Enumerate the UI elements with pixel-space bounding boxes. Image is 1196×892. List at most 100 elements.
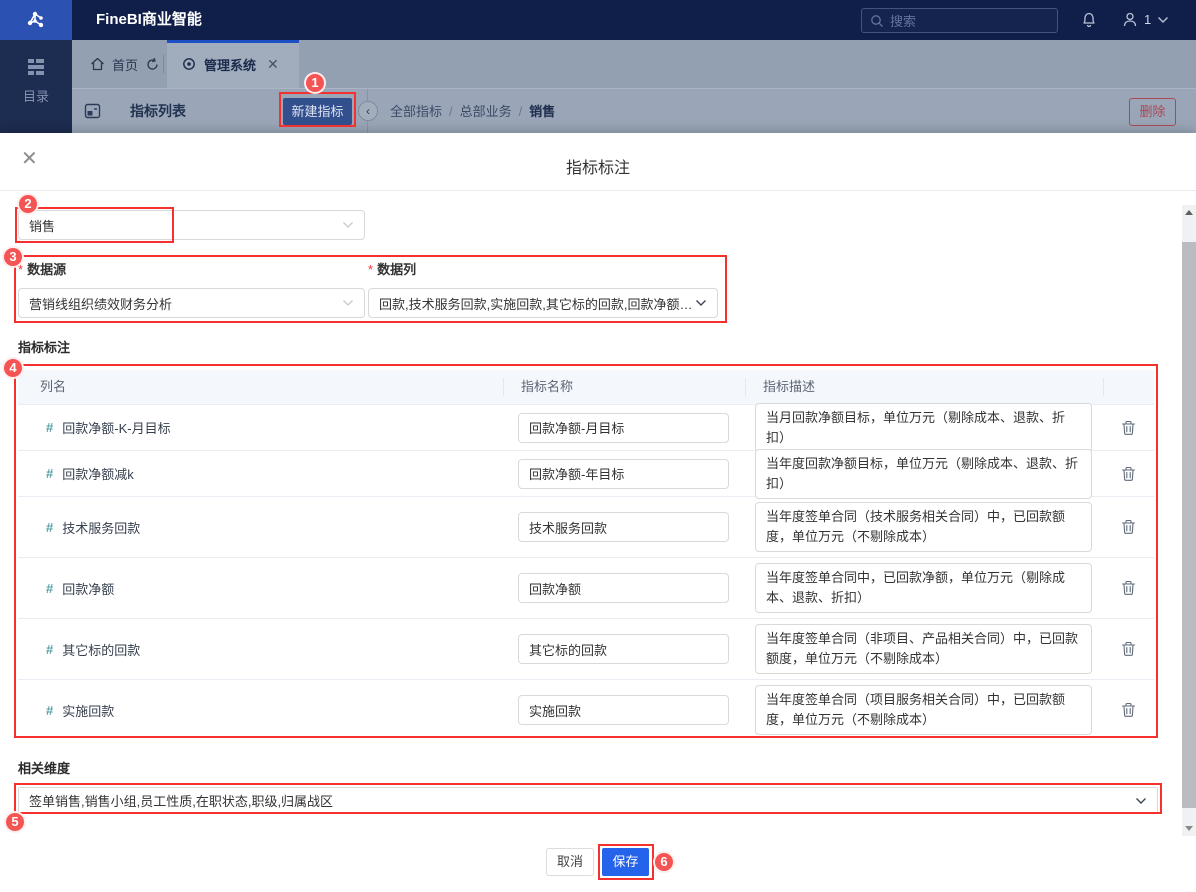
indicator-name-input[interactable]: 实施回款 (518, 695, 729, 725)
top-header: FineBI商业智能 搜索 1 (0, 0, 1196, 40)
trash-icon (1121, 702, 1136, 717)
user-avatar-icon[interactable] (1121, 10, 1139, 29)
delete-row-button[interactable] (1121, 702, 1136, 718)
notification-bell-icon[interactable] (1080, 10, 1098, 29)
home-icon (91, 57, 104, 71)
breadcrumb-item[interactable]: 销售 (529, 104, 555, 119)
collapse-panel-button[interactable]: ‹ (358, 101, 378, 121)
finebi-logo-icon (27, 11, 44, 28)
trash-icon (1121, 641, 1136, 656)
indicator-annotation-modal: ✕ 指标标注 销售 * 数据源 * 数据列 营销线组织绩效财务分析 回款,技术服务回… (0, 133, 1196, 892)
trash-icon (1121, 420, 1136, 435)
indicator-name-input[interactable]: 技术服务回款 (518, 512, 729, 542)
delete-button[interactable]: 删除 (1129, 98, 1176, 126)
panel-toggle-icon[interactable] (84, 103, 101, 119)
gear-icon (183, 58, 195, 70)
hash-icon: # (46, 420, 54, 435)
tab-bar: 首页 管理系统 ✕ (72, 40, 1196, 88)
indicator-desc-input[interactable]: 当年度签单合同（非项目、产品相关合同）中，已回款额度，单位万元（不剔除成本） (755, 624, 1092, 674)
column-name: 技术服务回款 (62, 520, 141, 536)
delete-row-button[interactable] (1121, 466, 1136, 482)
table-header-row: 列名 指标名称 指标描述 (18, 370, 1154, 404)
vertical-scrollbar[interactable] (1182, 205, 1196, 836)
search-placeholder: 搜索 (890, 14, 917, 29)
datacolumn-value: 回款,技术服务回款,实施回款,其它标的回款,回款净额,回款... (379, 296, 695, 312)
search-icon (871, 14, 883, 27)
new-indicator-button[interactable]: 新建指标 (283, 98, 352, 125)
scroll-down-button[interactable] (1182, 821, 1196, 836)
indicator-desc-input[interactable]: 当年度回款净额目标，单位万元（剔除成本、退款、折扣） (755, 448, 1092, 499)
scrollbar-thumb[interactable] (1182, 242, 1196, 808)
sidebar-item-label: 目录 (22, 89, 49, 104)
column-name: 实施回款 (62, 703, 115, 719)
chevron-down-icon (696, 300, 706, 306)
tab-management-label: 管理系统 (204, 57, 257, 73)
indicator-name-input[interactable]: 其它标的回款 (518, 634, 729, 664)
datacolumn-select[interactable]: 回款,技术服务回款,实施回款,其它标的回款,回款净额,回款... (368, 288, 718, 318)
indicator-name-input[interactable]: 回款净额-月目标 (518, 412, 729, 443)
sidebar-item-catalog[interactable]: 目录 (0, 58, 72, 105)
scroll-up-button[interactable] (1182, 205, 1196, 220)
user-number: 1 (1144, 12, 1152, 27)
search-input[interactable]: 搜索 (861, 8, 1058, 33)
indicator-desc-input[interactable]: 当年度签单合同（项目服务相关合同）中，已回款额度，单位万元（不剔除成本） (755, 685, 1092, 735)
modal-header-divider (0, 190, 1196, 191)
dimensions-select[interactable]: 签单销售,销售小组,员工性质,在职状态,职级,归属战区 (18, 787, 1158, 814)
column-name: 回款净额-K-月目标 (62, 421, 171, 436)
catalog-list-icon (28, 59, 44, 75)
datacolumn-label: * 数据列 (368, 262, 417, 277)
breadcrumb-separator: / (449, 104, 453, 119)
toolbar: 指标列表 新建指标 ‹ 全部指标 / 总部业务 / 销售 删除 (72, 88, 1196, 134)
user-menu-chevron-icon[interactable] (1157, 16, 1169, 24)
trash-icon (1121, 466, 1136, 481)
table-row: # 回款净额-K-月目标 回款净额-月目标 当月回款净额目标，单位万元（剔除成本、退款… (18, 402, 1154, 453)
table-row: # 技术服务回款 技术服务回款 当年度签单合同（技术服务相关合同）中，已回款额度，单位… (18, 496, 1154, 557)
table-row: # 回款净额 回款净额 当年度签单合同中，已回款净额，单位万元（剔除成本、退款、折扣） (18, 557, 1154, 618)
delete-row-button[interactable] (1121, 420, 1136, 436)
chevron-down-icon (343, 222, 353, 228)
indicator-name-value: 销售 (29, 218, 56, 234)
indicator-desc-input[interactable]: 当年度签单合同中，已回款净额，单位万元（剔除成本、退款、折扣） (755, 563, 1092, 613)
indicator-desc-input[interactable]: 当年度签单合同（技术服务相关合同）中，已回款额度，单位万元（不剔除成本） (755, 502, 1092, 552)
column-name: 其它标的回款 (62, 642, 141, 658)
tab-home-label: 首页 (112, 57, 139, 73)
modal-title: 指标标注 (565, 160, 630, 177)
app-title: FineBI商业智能 (96, 11, 202, 28)
finebi-logo[interactable] (0, 0, 72, 40)
indicator-name-input[interactable]: 回款净额 (518, 573, 729, 603)
required-mark: * (368, 262, 374, 277)
table-row: # 实施回款 实施回款 当年度签单合同（项目服务相关合同）中，已回款额度，单位万元（不… (18, 679, 1154, 740)
delete-row-button[interactable] (1121, 641, 1136, 657)
table-body: # 回款净额-K-月目标 回款净额-月目标 当月回款净额目标，单位万元（剔除成本、退款… (18, 402, 1154, 740)
cancel-button[interactable]: 取消 (546, 848, 594, 876)
indicator-name-select[interactable]: 销售 (18, 210, 365, 240)
column-header-actions (1103, 378, 1154, 396)
close-tab-icon[interactable]: ✕ (267, 56, 279, 73)
refresh-icon[interactable] (145, 57, 160, 72)
breadcrumb[interactable]: 全部指标 / 总部业务 / 销售 (390, 89, 555, 134)
required-mark: * (18, 262, 24, 277)
tab-management-system[interactable]: 管理系统 ✕ (167, 40, 299, 88)
hash-icon: # (46, 641, 54, 657)
panel-title: 指标列表 (130, 103, 186, 119)
tab-home[interactable]: 首页 (76, 40, 174, 88)
breadcrumb-item[interactable]: 总部业务 (460, 104, 512, 119)
hash-icon: # (46, 466, 54, 481)
indicator-name-input[interactable]: 回款净额-年目标 (518, 458, 729, 489)
datasource-select[interactable]: 营销线组织绩效财务分析 (18, 288, 365, 318)
chevron-down-icon (1136, 797, 1146, 804)
delete-row-button[interactable] (1121, 580, 1136, 596)
indicator-desc-input[interactable]: 当月回款净额目标，单位万元（剔除成本、退款、折扣） (755, 402, 1092, 453)
column-header-colname: 列名 (40, 379, 67, 394)
delete-row-button[interactable] (1121, 519, 1136, 535)
tab-divider (163, 55, 164, 73)
hash-icon: # (46, 519, 54, 535)
column-header-indicator-name: 指标名称 (503, 378, 745, 396)
breadcrumb-item[interactable]: 全部指标 (390, 104, 442, 119)
active-tab-indicator (167, 40, 299, 43)
triangle-down-icon (1185, 826, 1193, 831)
dimensions-label: 相关维度 (18, 761, 71, 776)
indicator-table: 列名 指标名称 指标描述 # 回款净额-K-月目标 回款净额-月目标 当月回款净额目标… (18, 370, 1154, 740)
save-button[interactable]: 保存 (602, 848, 649, 876)
table-section-label: 指标标注 (18, 340, 71, 355)
